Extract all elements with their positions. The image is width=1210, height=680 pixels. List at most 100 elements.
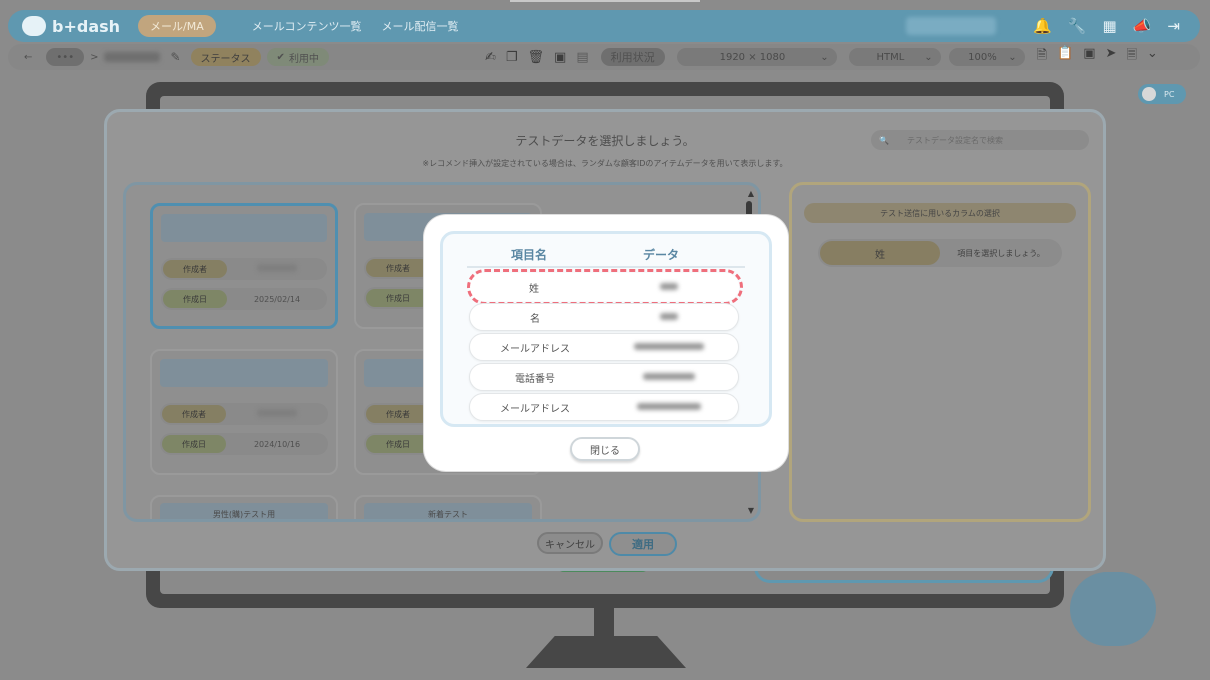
apply-button[interactable]: 適用 — [609, 532, 677, 556]
column-selection-panel: テスト送信に用いるカラムの選択 姓 項目を選択しましょう。 — [789, 182, 1091, 522]
test-data-card[interactable]: 作成者 作成日 2025/02/14 — [150, 203, 338, 329]
monitor-stand — [526, 636, 686, 668]
top-indicator-line — [510, 0, 700, 2]
disabled-icon: ▤ — [576, 49, 589, 65]
row-key: 電話番号 — [515, 373, 555, 385]
bell-icon[interactable]: 🔔 — [1033, 17, 1052, 35]
author-label: 作成者 — [366, 405, 430, 423]
column-key: 姓 — [820, 241, 940, 265]
author-label: 作成者 — [162, 405, 226, 423]
row-value-blurred — [600, 402, 738, 413]
check-circle-icon: ✔ — [276, 51, 285, 63]
test-data-card[interactable]: 男性(購)テスト用 — [150, 495, 338, 519]
edit-icon[interactable]: ✍ — [485, 50, 496, 65]
row-key: メールアドレス — [500, 343, 570, 355]
header-data: データ — [643, 248, 680, 262]
format-value: HTML — [876, 51, 905, 63]
row-value-blurred — [600, 372, 738, 383]
data-row[interactable]: 電話番号 — [469, 363, 739, 391]
date-label: 作成日 — [162, 435, 226, 453]
copy-icon[interactable]: ❐ — [506, 50, 518, 65]
megaphone-icon[interactable]: 📣 — [1133, 17, 1152, 35]
author-label: 作成者 — [163, 260, 227, 278]
pencil-icon[interactable]: ✎ — [170, 50, 180, 64]
resolution-value: 1920 × 1080 — [719, 51, 786, 63]
header-divider — [467, 266, 745, 268]
clipboard-icon[interactable]: 📋 — [1057, 46, 1073, 68]
status-badge: ✔ 利用中 — [266, 48, 329, 66]
archive-icon[interactable]: ▣ — [554, 50, 566, 65]
date-label: 作成日 — [366, 435, 430, 453]
more-button[interactable]: ••• — [46, 48, 85, 66]
data-row[interactable]: 名 — [469, 303, 739, 331]
scroll-down-icon[interactable]: ▼ — [748, 506, 754, 515]
author-label: 作成者 — [366, 259, 430, 277]
test-data-card[interactable]: 作成者 作成日 2024/10/16 — [150, 349, 338, 475]
cancel-button[interactable]: キャンセル — [537, 532, 603, 554]
column-mapping-row[interactable]: 姓 項目を選択しましょう。 — [818, 239, 1062, 267]
resolution-select[interactable]: 1920 × 1080 ⌄ — [676, 48, 837, 66]
monitor-stem — [594, 608, 614, 638]
document-icon[interactable]: 🗏 — [1126, 46, 1136, 68]
contact-card-icon[interactable]: ▣ — [1083, 46, 1095, 68]
usage-status-button[interactable]: 利用状況 — [600, 48, 665, 66]
card-title: 新着テスト — [364, 503, 532, 519]
chevron-down-icon: ⌄ — [924, 51, 933, 63]
data-row[interactable]: メールアドレス — [469, 393, 739, 421]
mascot-icon — [1070, 572, 1156, 646]
data-preview-table: 項目名 データ 姓 名 メールアドレス 電話番号 メールアドレス — [440, 231, 772, 427]
wrench-icon[interactable]: 🔧 — [1068, 17, 1087, 35]
content-name-blurred — [104, 52, 161, 62]
chevron-down-icon[interactable]: ⌄ — [1147, 46, 1158, 68]
card-row-date: 作成日 2024/10/16 — [160, 433, 328, 455]
chevron-down-icon: ⌄ — [1008, 51, 1017, 63]
status-value: 利用中 — [288, 53, 319, 65]
card-title-blurred — [161, 214, 327, 242]
test-data-card[interactable]: 新着テスト — [354, 495, 542, 519]
send-icon[interactable]: ➤ — [1106, 46, 1117, 68]
file-icon[interactable]: 🗎 — [1037, 46, 1047, 68]
status-label: ステータス — [190, 48, 261, 66]
date-value: 2025/02/14 — [253, 294, 301, 304]
author-value-blurred — [227, 264, 327, 274]
column-hint: 項目を選択しましょう。 — [957, 248, 1045, 258]
device-toggle[interactable]: PC — [1138, 84, 1186, 104]
highlight-outline — [467, 269, 743, 305]
logo-mark-icon — [22, 16, 46, 36]
card-title-blurred — [160, 359, 328, 387]
search-placeholder: テストデータ設定名で検索 — [906, 135, 1003, 145]
arrow-left-icon[interactable]: ← — [24, 52, 32, 63]
chevron-down-icon: ⌄ — [820, 51, 829, 63]
mode-switch-button[interactable]: メール/MA — [138, 15, 216, 37]
data-preview-modal: 項目名 データ 姓 名 メールアドレス 電話番号 メールアドレス 閉じる — [424, 215, 788, 471]
zoom-select[interactable]: 100% ⌄ — [948, 48, 1025, 66]
trash-icon[interactable]: 🗑 — [528, 50, 545, 65]
row-value-blurred — [600, 342, 738, 353]
card-title: 男性(購)テスト用 — [160, 503, 328, 519]
app-header: b+dash メール/MA メールコンテンツ一覧 メール配信一覧 🔔 🔧 ▦ 📣… — [8, 10, 1200, 42]
nav-mail-delivery[interactable]: メール配信一覧 — [382, 18, 459, 34]
user-name-blurred — [906, 17, 996, 35]
search-input[interactable]: 🔍 テストデータ設定名で検索 — [871, 130, 1089, 150]
app-logo[interactable]: b+dash — [22, 16, 120, 36]
nav-mail-contents[interactable]: メールコンテンツ一覧 — [252, 18, 362, 34]
row-key: メールアドレス — [500, 403, 570, 415]
logout-icon[interactable]: ⇥ — [1167, 17, 1180, 35]
grid-icon[interactable]: ▦ — [1103, 17, 1117, 35]
editor-toolbar: ← ••• > ✎ ステータス ✔ 利用中 ✍ ❐ 🗑 ▣ ▤ 利用状況 192… — [8, 44, 1200, 70]
row-value-blurred — [600, 312, 738, 323]
dialog-note: ※レコメンド挿入が設定されている場合は、ランダムな顧客IDのアイテムデータを用い… — [422, 159, 788, 168]
date-label: 作成日 — [366, 289, 430, 307]
search-icon: 🔍 — [879, 135, 889, 145]
format-select[interactable]: HTML ⌄ — [848, 48, 941, 66]
toggle-knob — [1142, 87, 1156, 101]
card-row-author: 作成者 — [160, 403, 328, 425]
scroll-up-icon[interactable]: ▲ — [748, 189, 754, 198]
header-item-name: 項目名 — [511, 248, 548, 262]
data-row[interactable]: メールアドレス — [469, 333, 739, 361]
row-key: 名 — [530, 313, 540, 325]
date-label: 作成日 — [163, 290, 227, 308]
card-row-author: 作成者 — [161, 258, 327, 280]
close-button[interactable]: 閉じる — [570, 437, 640, 461]
breadcrumb-separator: > — [90, 51, 99, 63]
